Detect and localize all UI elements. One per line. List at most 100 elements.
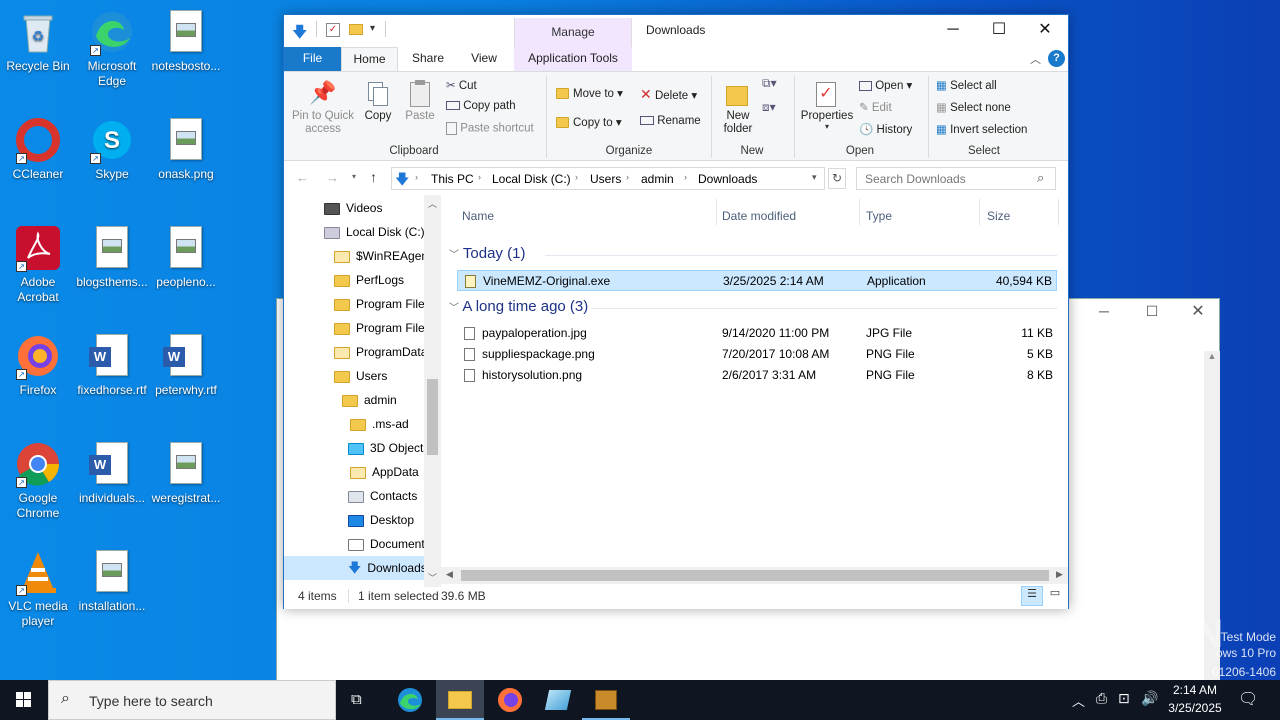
nav-item-admin[interactable]: admin: [342, 388, 397, 412]
address-dropdown-icon[interactable]: ▾: [812, 172, 817, 183]
desktop-icon-google-chrome[interactable]: ↗ Google Chrome: [0, 440, 76, 521]
copy-button[interactable]: Copy: [360, 80, 396, 122]
desktop-icon-recycle-bin[interactable]: ♻ Recycle Bin: [0, 8, 76, 74]
tab-view[interactable]: View: [458, 47, 510, 71]
table-row[interactable]: historysolution.png 2/6/2017 3:31 AM PNG…: [457, 365, 1057, 386]
group-header-today[interactable]: ﹀ Today (1): [449, 245, 525, 262]
recent-locations-icon[interactable]: ▾: [352, 172, 356, 181]
minimize-button[interactable]: ─: [1089, 303, 1119, 325]
tab-application-tools[interactable]: Application Tools: [514, 47, 632, 71]
show-hidden-icons-icon[interactable]: ︿: [1072, 691, 1085, 710]
collapse-ribbon-icon[interactable]: ︿: [1030, 51, 1041, 67]
paste-button[interactable]: Paste: [402, 80, 438, 122]
breadcrumb-users[interactable]: Users: [590, 172, 621, 186]
taskbar-firefox[interactable]: [486, 680, 534, 720]
close-button[interactable]: ✕: [1022, 15, 1068, 45]
taskbar-file-explorer[interactable]: [436, 680, 484, 720]
file-explorer-window[interactable]: 🡇 ✓ ▾ Manage Downloads ─ ☐ ✕ File Home S…: [283, 14, 1069, 609]
taskbar-search-box[interactable]: ⌕ Type here to search: [48, 680, 336, 720]
desktop-icon-weregistrat[interactable]: weregistrat...: [148, 440, 224, 506]
details-view-icon[interactable]: ☰: [1021, 586, 1043, 606]
column-divider[interactable]: [716, 199, 717, 225]
copy-path-button[interactable]: Copy path: [446, 100, 516, 112]
nav-item-users[interactable]: Users: [334, 364, 387, 388]
scroll-thumb[interactable]: [427, 379, 438, 455]
desktop-icon-vlc[interactable]: ↗ VLC media player: [0, 548, 76, 629]
column-name[interactable]: Name: [462, 209, 494, 223]
back-arrow-icon[interactable]: ←: [296, 170, 309, 185]
new-item-button[interactable]: ⧉▾: [762, 76, 788, 96]
path-breadcrumb[interactable]: 🡇 › This PC › Local Disk (C:) › Users › …: [391, 167, 825, 190]
paste-shortcut-button[interactable]: Paste shortcut: [446, 122, 534, 135]
new-folder-icon[interactable]: [349, 24, 363, 35]
refresh-icon[interactable]: ↻: [828, 168, 846, 189]
properties-icon[interactable]: ✓: [326, 23, 340, 37]
start-button[interactable]: [0, 680, 48, 720]
minimize-button[interactable]: ─: [930, 15, 976, 45]
title-bar[interactable]: 🡇 ✓ ▾ Manage Downloads ─ ☐ ✕: [284, 15, 1068, 47]
select-all-button[interactable]: ▦ Select all: [936, 78, 997, 92]
desktop-icon-ccleaner[interactable]: ↗ CCleaner: [0, 116, 76, 182]
tab-home[interactable]: Home: [341, 47, 398, 72]
nav-item-desktop[interactable]: Desktop: [348, 508, 414, 532]
desktop-icon-blogsthems[interactable]: blogsthems...: [74, 224, 150, 290]
nav-item-programdata[interactable]: ProgramData: [334, 340, 427, 364]
taskbar-app-2[interactable]: [582, 680, 630, 720]
nav-item-local-disk[interactable]: Local Disk (C:): [324, 220, 425, 244]
nav-item-program-files-x86[interactable]: Program Files: [334, 316, 431, 340]
easy-access-button[interactable]: ⧈▾: [762, 100, 788, 120]
invert-selection-button[interactable]: ▦ Invert selection: [936, 122, 1027, 136]
group-header-long-time-ago[interactable]: ﹀ A long time ago (3): [449, 298, 588, 315]
up-arrow-icon[interactable]: ↑: [370, 169, 377, 185]
forward-arrow-icon[interactable]: →: [326, 170, 339, 185]
breadcrumb-local-disk[interactable]: Local Disk (C:): [492, 172, 571, 186]
cut-button[interactable]: ✂ Cut: [446, 78, 477, 92]
nav-item-3d-objects[interactable]: 3D Objects: [348, 436, 424, 460]
column-divider[interactable]: [979, 199, 980, 225]
tab-file[interactable]: File: [284, 47, 341, 71]
edit-button[interactable]: ✎ Edit: [859, 100, 892, 114]
new-folder-button[interactable]: New folder: [717, 80, 759, 136]
horizontal-scrollbar[interactable]: ◀ ▶: [441, 567, 1068, 584]
desktop-icon-microsoft-edge[interactable]: ↗ Microsoft Edge: [74, 8, 150, 89]
column-date-modified[interactable]: Date modified: [722, 209, 796, 223]
desktop-icon-skype[interactable]: S ↗ Skype: [74, 116, 150, 182]
column-divider[interactable]: [1058, 199, 1059, 225]
select-none-button[interactable]: ▦ Select none: [936, 100, 1011, 114]
task-view-button[interactable]: ⧉: [336, 680, 384, 720]
column-size[interactable]: Size: [987, 209, 1010, 223]
desktop-icon-peopleno[interactable]: peopleno...: [148, 224, 224, 290]
clock-time[interactable]: 2:14 AM: [1164, 683, 1226, 697]
device-icon[interactable]: ⎙: [1096, 690, 1107, 707]
desktop-icon-notesbosto[interactable]: notesbosto...: [148, 8, 224, 74]
taskbar-app-1[interactable]: [534, 680, 582, 720]
scroll-thumb[interactable]: [461, 570, 1049, 581]
desktop-icon-installation[interactable]: installation...: [74, 548, 150, 614]
desktop-icon-firefox[interactable]: ↗ Firefox: [0, 332, 76, 398]
desktop-icon-peterwhy[interactable]: W peterwhy.rtf: [148, 332, 224, 398]
table-row[interactable]: suppliespackage.png 7/20/2017 10:08 AM P…: [457, 344, 1057, 365]
rename-button[interactable]: Rename: [640, 115, 701, 127]
desktop-icon-onask[interactable]: onask.png: [148, 116, 224, 182]
nav-item-videos[interactable]: Videos: [324, 196, 382, 220]
nav-item-winreagent[interactable]: $WinREAgent: [334, 244, 431, 268]
pin-to-quick-access-button[interactable]: 📌 Pin to Quick access: [290, 80, 356, 136]
properties-button[interactable]: ✓ Properties ▾: [798, 80, 856, 131]
table-row[interactable]: VineMEMZ-Original.exe 3/25/2025 2:14 AM …: [457, 270, 1057, 291]
open-button[interactable]: Open ▾: [859, 78, 912, 92]
search-input[interactable]: Search Downloads ⌕: [856, 167, 1056, 190]
clock-date[interactable]: 3/25/2025: [1164, 701, 1226, 715]
nav-item-contacts[interactable]: Contacts: [348, 484, 417, 508]
move-to-button[interactable]: Move to ▾: [556, 86, 623, 100]
column-type[interactable]: Type: [866, 209, 892, 223]
nav-item-appdata[interactable]: AppData: [350, 460, 419, 484]
network-icon[interactable]: ⊡: [1118, 690, 1130, 707]
help-icon[interactable]: ?: [1048, 50, 1065, 67]
desktop-icon-fixedhorse[interactable]: W fixedhorse.rtf: [74, 332, 150, 398]
table-row[interactable]: paypaloperation.jpg 9/14/2020 11:00 PM J…: [457, 323, 1057, 344]
breadcrumb-this-pc[interactable]: This PC: [431, 172, 474, 186]
copy-to-button[interactable]: Copy to ▾: [556, 115, 622, 129]
notifications-icon[interactable]: 🗨: [1238, 689, 1258, 709]
nav-item-downloads[interactable]: 🡇 Downloads: [284, 556, 424, 580]
breadcrumb-admin[interactable]: admin: [641, 172, 674, 186]
